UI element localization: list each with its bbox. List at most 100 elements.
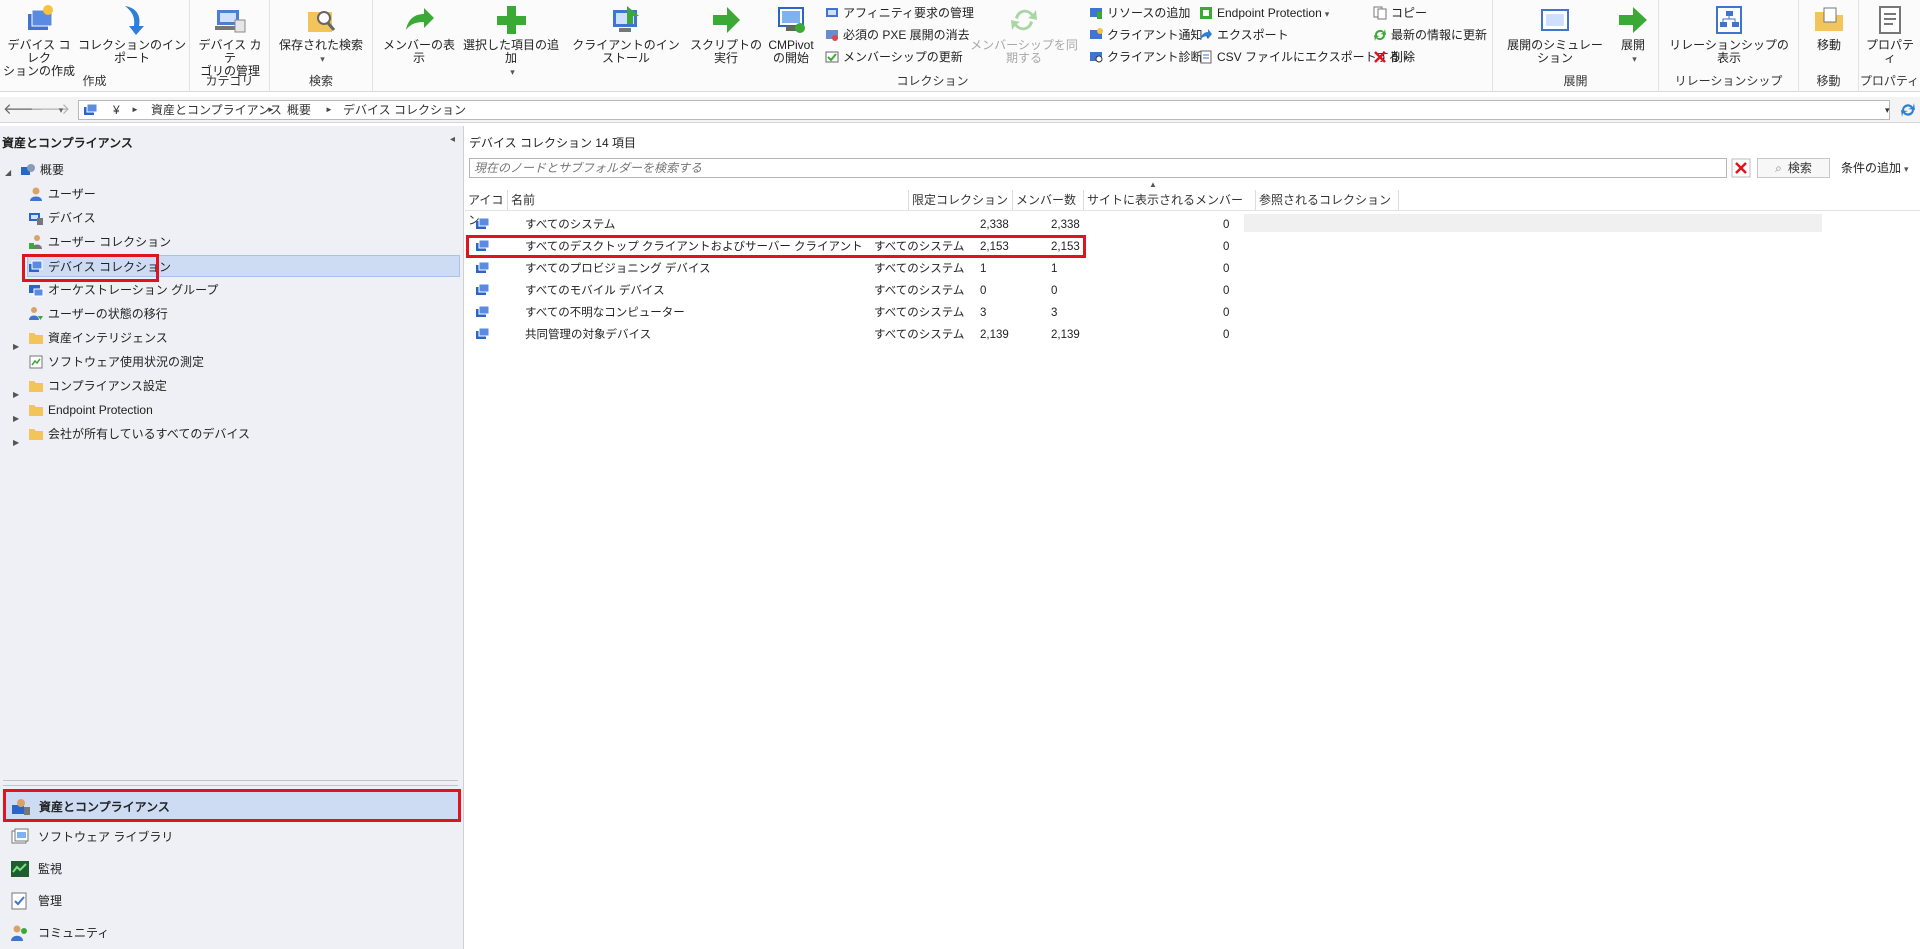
- software-library-icon: [11, 828, 29, 844]
- cell-members: 2,153: [980, 241, 1009, 253]
- table-row[interactable]: 共同管理の対象デバイス すべてのシステム 2,139 2,139 0: [465, 324, 1920, 346]
- tree-item-compliance-settings[interactable]: コンプライアンス設定: [28, 375, 167, 397]
- cell-site-members: 0: [1051, 285, 1058, 297]
- tree-expand-icon[interactable]: ▶: [13, 390, 19, 399]
- refresh-address-icon[interactable]: [1900, 102, 1916, 118]
- collapse-pane-icon[interactable]: ◂: [450, 134, 455, 145]
- column-header-icon[interactable]: アイコン: [465, 190, 508, 227]
- clear-pxe-button[interactable]: 必須の PXE 展開の消去: [825, 25, 970, 45]
- cmpivot-button[interactable]: CMPivot の開始: [768, 4, 814, 65]
- show-members-button[interactable]: メンバーの表示: [383, 4, 455, 65]
- tree-item-user-state-migration[interactable]: ユーザーの状態の移行: [28, 303, 168, 325]
- header-divider: [465, 210, 1920, 211]
- breadcrumb-device-collections[interactable]: デバイス コレクション: [343, 101, 466, 119]
- update-membership-button[interactable]: メンバーシップの更新: [825, 47, 963, 67]
- saved-searches-button[interactable]: 保存された検索 ▾: [276, 4, 366, 66]
- deploy-button[interactable]: 展開 ▾: [1613, 4, 1653, 66]
- tree-item-corporate-devices[interactable]: 会社が所有しているすべてのデバイス: [28, 423, 250, 445]
- delete-button[interactable]: 削除: [1373, 47, 1415, 67]
- manage-device-category-button[interactable]: デバイス カテ ゴリの管理: [194, 4, 266, 78]
- copy-icon: [1373, 6, 1387, 20]
- move-button[interactable]: 移動: [1805, 4, 1853, 52]
- workspace-splitter[interactable]: [3, 780, 458, 786]
- column-header-member-count[interactable]: メンバー数: [1013, 190, 1084, 210]
- table-row[interactable]: すべてのシステム 2,338 2,338 0: [465, 214, 1920, 236]
- tree-item-software-metering[interactable]: ソフトウェア使用状況の測定: [28, 351, 204, 373]
- import-collection-button[interactable]: コレクションのインポート: [76, 4, 188, 65]
- tree-item-orchestration-groups[interactable]: オーケストレーション グループ: [28, 279, 218, 301]
- column-header-site-members[interactable]: サイトに表示されるメンバー: [1084, 190, 1256, 210]
- tree-item-users[interactable]: ユーザー: [28, 183, 96, 205]
- client-diagnostics-button[interactable]: クライアント診断▾: [1089, 47, 1210, 67]
- clear-search-icon[interactable]: [1731, 158, 1751, 178]
- workspace-community[interactable]: コミュニティ: [4, 918, 460, 948]
- install-client-button[interactable]: クライアントのインストール: [567, 4, 685, 65]
- diagnostics-icon: [1090, 52, 1103, 63]
- table-row[interactable]: すべてのプロビジョニング デバイス すべてのシステム 1 1 0: [465, 258, 1920, 280]
- workspace-monitoring[interactable]: 監視: [4, 854, 460, 884]
- breadcrumb-separator-icon[interactable]: ►: [267, 101, 275, 119]
- group-label-collection: コレクション: [896, 74, 969, 88]
- breadcrumb-separator-icon[interactable]: ►: [325, 101, 333, 119]
- client-notification-button[interactable]: クライアント通知▾: [1089, 25, 1210, 45]
- forward-arrow-icon[interactable]: 🡒: [30, 100, 70, 120]
- manage-affinity-button[interactable]: アフィニティ要求の管理: [825, 3, 974, 23]
- breadcrumb-separator-icon[interactable]: ►: [131, 101, 139, 119]
- table-row[interactable]: すべての不明なコンピューター すべてのシステム 3 3 0: [465, 302, 1920, 324]
- workspace-administration[interactable]: 管理: [4, 886, 460, 916]
- cell-referenced: 0: [1223, 329, 1230, 341]
- tree-item-overview[interactable]: 概要: [20, 159, 64, 181]
- workspace-assets-compliance[interactable]: 資産とコンプライアンス: [4, 791, 460, 821]
- csv-icon: [1200, 50, 1212, 64]
- search-button[interactable]: ⌕ 検索: [1757, 158, 1830, 178]
- breadcrumb-overview[interactable]: 概要: [287, 101, 311, 119]
- tree-collapse-icon[interactable]: ◢: [5, 168, 11, 177]
- properties-button[interactable]: プロパティ: [1861, 4, 1919, 65]
- tree-expand-icon[interactable]: ▶: [13, 342, 19, 351]
- refresh-button[interactable]: 最新の情報に更新: [1373, 25, 1487, 45]
- add-selected-items-button[interactable]: 選択した項目の追加 ▾: [459, 4, 563, 79]
- run-script-button[interactable]: スクリプトの実行: [686, 4, 766, 65]
- breadcrumb-assets[interactable]: 資産とコンプライアンス: [151, 101, 282, 119]
- table-row[interactable]: すべてのデスクトップ クライアントおよびサーバー クライアント すべてのシステム…: [465, 236, 1920, 258]
- create-device-collection-button[interactable]: デバイス コレク ションの作成: [2, 4, 76, 78]
- folder-icon: [29, 405, 43, 416]
- tree-item-user-collections[interactable]: ユーザー コレクション: [28, 231, 171, 253]
- view-relationships-button[interactable]: リレーションシップの表示: [1665, 4, 1793, 65]
- workspace-software-library[interactable]: ソフトウェア ライブラリ: [4, 822, 460, 852]
- back-arrow-icon[interactable]: 🡐: [3, 100, 43, 120]
- tree-expand-icon[interactable]: ▶: [13, 438, 19, 447]
- copy-button[interactable]: コピー: [1373, 3, 1427, 23]
- sync-membership-button[interactable]: メンバーシップを同期する: [966, 4, 1082, 65]
- tree-item-device-collections[interactable]: デバイス コレクション: [27, 255, 460, 277]
- history-dropdown-icon[interactable]: ▾: [54, 100, 68, 120]
- breadcrumb-root[interactable]: ¥: [113, 101, 120, 119]
- column-header-name[interactable]: 名前: [508, 190, 909, 210]
- tree-expand-icon[interactable]: ▶: [13, 414, 19, 423]
- cell-site-members: 1: [1051, 263, 1058, 275]
- cell-name: すべてのデスクトップ クライアントおよびサーバー クライアント: [525, 241, 863, 253]
- deploy-dropdown-icon: ▾: [1632, 54, 1637, 64]
- table-row[interactable]: すべてのモバイル デバイス すべてのシステム 0 0 0: [465, 280, 1920, 302]
- add-criteria-button[interactable]: 条件の追加 ▾: [1841, 159, 1909, 176]
- group-label-deployment: 展開: [1563, 74, 1588, 88]
- monitoring-icon: [11, 861, 29, 877]
- simulate-deployment-button[interactable]: 展開のシミュレーション: [1503, 4, 1607, 65]
- cmpivot-icon: [778, 7, 805, 33]
- collection-row-icon: [475, 214, 491, 236]
- add-resources-button[interactable]: リソースの追加: [1089, 3, 1190, 23]
- address-path-box[interactable]: ¥ ► 資産とコンプライアンス ► 概要 ► デバイス コレクション ▾: [78, 100, 1890, 120]
- create-collection-icon: [28, 5, 53, 30]
- endpoint-protection-button[interactable]: Endpoint Protection ▾: [1199, 3, 1329, 23]
- tree-item-devices[interactable]: デバイス: [28, 207, 96, 229]
- column-header-limiting-collection[interactable]: 限定コレクション: [909, 190, 1013, 210]
- tree-item-asset-intelligence[interactable]: 資産インテリジェンス: [28, 327, 168, 349]
- tree-item-endpoint-protection[interactable]: Endpoint Protection: [28, 399, 153, 421]
- address-dropdown-icon[interactable]: ▾: [1885, 101, 1890, 119]
- group-label-create: 作成: [82, 74, 107, 88]
- search-input[interactable]: [469, 158, 1727, 178]
- cell-members: 2,338: [980, 219, 1009, 231]
- export-button[interactable]: エクスポート: [1199, 25, 1289, 45]
- column-header-referenced-collections[interactable]: 参照されるコレクション: [1256, 190, 1399, 210]
- overview-icon: [21, 164, 35, 175]
